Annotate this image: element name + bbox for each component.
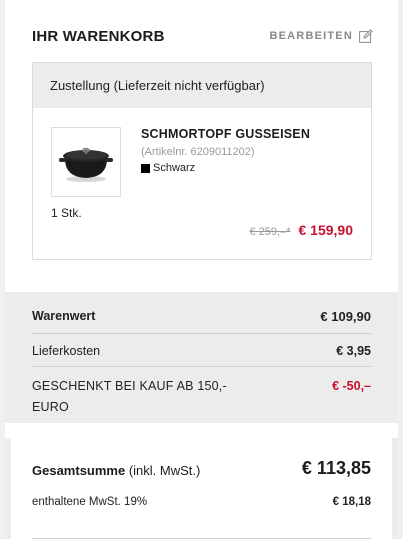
shipping-cost-value: € 3,95	[336, 344, 371, 358]
merchandise-value-label: Warenwert	[32, 309, 96, 323]
color-swatch	[141, 163, 150, 173]
vat-row: enthaltene MwSt. 19% € 18,18	[32, 496, 371, 508]
sale-price: € 159,90	[298, 222, 354, 238]
grand-total-row: Gesamtsumme (inkl. MwSt.) € 113,85	[32, 458, 371, 482]
product-name[interactable]: SCHMORTOPF GUSSEISEN	[141, 127, 361, 141]
cart-title: IHR WARENKORB	[32, 28, 165, 45]
product-quantity: 1 Stk.	[51, 206, 82, 220]
totals-panel: Gesamtsumme (inkl. MwSt.) € 113,85 entha…	[5, 438, 398, 539]
gift-discount-label: GESCHENKT BEI KAUF AB 150,- EURO	[32, 379, 227, 414]
old-price: € 259,–*	[249, 226, 291, 238]
product-image[interactable]	[51, 127, 121, 197]
right-gutter	[398, 0, 403, 539]
order-summary: Warenwert € 109,90 Lieferkosten € 3,95 G…	[5, 292, 398, 423]
cart-page: IHR WARENKORB BEARBEITEN Zustellung (Lie…	[0, 0, 403, 539]
summary-divider	[32, 366, 371, 367]
edit-label: BEARBEITEN	[269, 30, 353, 42]
vat-label: enthaltene MwSt. 19%	[32, 496, 148, 508]
gift-discount-value: € -50,–	[332, 379, 371, 393]
cart-header: IHR WARENKORB BEARBEITEN	[32, 28, 373, 48]
product-info: SCHMORTOPF GUSSEISEN (Artikelnr. 6209011…	[141, 127, 361, 174]
vat-value: € 18,18	[332, 496, 371, 508]
delivery-heading: Zustellung (Lieferzeit nicht verfügbar)	[33, 63, 371, 108]
pencil-square-icon	[359, 29, 373, 43]
totals-box: Gesamtsumme (inkl. MwSt.) € 113,85 entha…	[11, 438, 392, 539]
color-label: Schwarz	[153, 162, 196, 174]
edit-cart-link[interactable]: BEARBEITEN	[269, 29, 373, 43]
summary-divider	[32, 333, 371, 334]
price-row: € 259,–* € 159,90	[250, 222, 353, 238]
grand-total-label: Gesamtsumme (inkl. MwSt.)	[32, 463, 200, 478]
grand-total-label-bold: Gesamtsumme	[32, 463, 126, 478]
delivery-box: Zustellung (Lieferzeit nicht verfügbar) …	[32, 62, 372, 260]
grand-total-label-suffix: (inkl. MwSt.)	[125, 463, 201, 478]
shipping-cost-label: Lieferkosten	[32, 344, 101, 358]
article-number: (Artikelnr. 6209011202)	[141, 146, 255, 158]
cast-iron-pot-image	[59, 147, 113, 182]
product-color: Schwarz	[141, 162, 361, 174]
grand-total-value: € 113,85	[301, 458, 371, 478]
merchandise-value: € 109,90	[320, 309, 371, 324]
